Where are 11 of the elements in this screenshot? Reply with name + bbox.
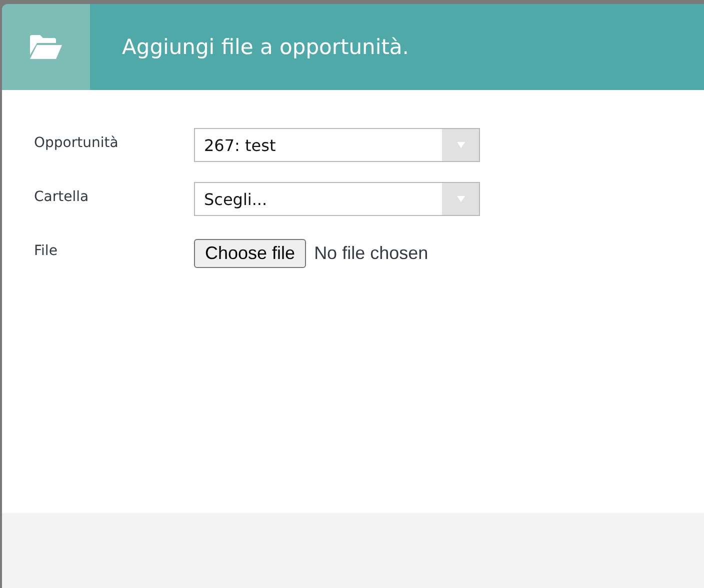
select-field[interactable]: Scegli... [194, 182, 480, 216]
dialog-title: Aggiungi file a opportunità. [122, 35, 409, 59]
field-label: Opportunità [34, 135, 120, 151]
dropdown-arrow-icon [456, 142, 464, 148]
field-label: Cartella [34, 189, 90, 205]
dropdown-arrow-icon [456, 196, 464, 202]
choose-file-button[interactable]: Choose file [194, 238, 306, 268]
select-field[interactable]: 267: test [194, 128, 480, 162]
field-label: File [34, 243, 58, 259]
file-status: No file chosen [314, 242, 428, 264]
folder-icon [30, 35, 62, 59]
